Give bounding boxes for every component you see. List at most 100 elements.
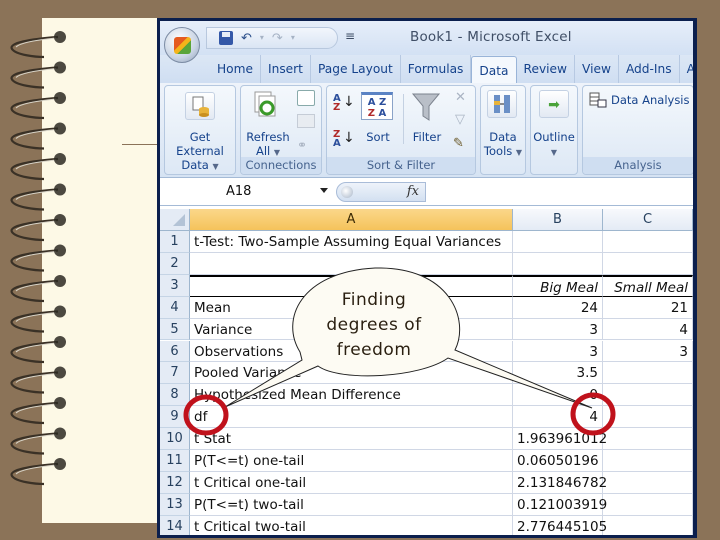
spiral-ring-icon [10, 244, 66, 272]
row-header[interactable]: 10 [160, 428, 190, 450]
cell-c10[interactable] [603, 428, 693, 450]
sort-z-a-icon[interactable]: ZA [333, 130, 341, 149]
get-external-data-button[interactable]: Get External Data ▼ [165, 130, 235, 174]
cell-a13[interactable]: P(T<=t) two-tail [190, 493, 513, 516]
name-box-dropdown-icon[interactable] [320, 188, 328, 193]
name-box[interactable]: A18 [160, 181, 335, 203]
sort-button[interactable]: Sort [361, 130, 395, 144]
column-header-b[interactable]: B [513, 209, 603, 231]
row-header[interactable]: 5 [160, 318, 190, 341]
advanced-filter-icon[interactable]: ✎ [453, 136, 464, 151]
tab-insert[interactable]: Insert [261, 55, 311, 83]
data-tools-button[interactable]: Data Tools ▼ [481, 130, 525, 160]
callout-text: Finding degrees of freedom [326, 290, 422, 360]
cell-a7[interactable]: Pooled Variance [190, 362, 513, 385]
cell-b5[interactable]: 3 [513, 318, 603, 341]
cell-a1[interactable]: t-Test: Two-Sample Assuming Equal Varian… [190, 231, 513, 253]
cell-c9[interactable] [603, 406, 693, 429]
spiral-ring-icon [10, 397, 66, 425]
resize-handle-icon[interactable] [341, 186, 353, 198]
properties-icon[interactable] [297, 114, 315, 128]
cell-b9[interactable]: 4 [513, 406, 603, 429]
row-header[interactable]: 14 [160, 515, 190, 535]
cell-b2[interactable] [513, 252, 603, 275]
cell-c1[interactable] [603, 231, 693, 253]
formula-bar: A18 fx [160, 179, 693, 206]
tab-add-ins[interactable]: Add-Ins [619, 55, 680, 83]
row-header[interactable]: 3 [160, 274, 190, 297]
undo-icon[interactable]: ↶ [241, 32, 252, 45]
customize-qat-icon[interactable]: ≡ [345, 29, 355, 43]
cell-a12[interactable]: t Critical one-tail [190, 471, 513, 494]
save-icon[interactable] [219, 31, 233, 45]
cell-b7[interactable]: 3.5 [513, 362, 603, 385]
office-button[interactable] [164, 27, 200, 63]
redo-icon[interactable]: ↷ [272, 32, 283, 45]
cell-b1[interactable] [513, 231, 603, 253]
cell-c6[interactable]: 3 [603, 340, 693, 363]
cell-a8[interactable]: Hypothesized Mean Difference [190, 384, 513, 407]
cell-c8[interactable] [603, 384, 693, 407]
cell-b13[interactable]: 0.121003919 [513, 493, 607, 516]
column-header-c[interactable]: C [603, 209, 693, 231]
outline-button[interactable]: Outline ▼ [531, 130, 577, 160]
row-header[interactable]: 12 [160, 471, 190, 494]
cell-c11[interactable] [603, 450, 693, 472]
cell-b14[interactable]: 2.776445105 [513, 515, 607, 535]
spiral-ring-icon [10, 305, 66, 333]
select-all-button[interactable] [160, 209, 190, 231]
cell-b3[interactable]: Big Meal [513, 274, 603, 297]
row-header[interactable]: 2 [160, 252, 190, 275]
cell-a14[interactable]: t Critical two-tail [190, 515, 513, 535]
row-header[interactable]: 9 [160, 406, 190, 429]
cell-b12[interactable]: 2.131846782 [513, 471, 607, 494]
cell-c5[interactable]: 4 [603, 318, 693, 341]
cell-a2[interactable] [190, 252, 513, 275]
cell-c14[interactable] [603, 515, 693, 535]
column-header-a[interactable]: A [190, 209, 513, 231]
cell-c7[interactable] [603, 362, 693, 385]
clear-filter-icon[interactable]: ✕ [455, 90, 466, 105]
cell-b10[interactable]: 1.963961012 [513, 428, 607, 450]
cell-a11[interactable]: P(T<=t) one-tail [190, 450, 513, 472]
tab-review[interactable]: Review [517, 55, 576, 83]
data-analysis-button[interactable]: Data Analysis [589, 92, 690, 108]
cell-b4[interactable]: 24 [513, 296, 603, 319]
cell-c2[interactable] [603, 252, 693, 275]
edit-links-icon[interactable]: ⚭ [297, 138, 307, 152]
row-header[interactable]: 7 [160, 362, 190, 385]
row-header[interactable]: 11 [160, 450, 190, 472]
cell-a9[interactable]: df [190, 406, 513, 429]
filter-button[interactable]: Filter [407, 130, 447, 144]
tab-home[interactable]: Home [210, 55, 261, 83]
undo-dropdown-icon[interactable]: ▾ [260, 34, 264, 42]
tab-view[interactable]: View [575, 55, 619, 83]
spiral-ring-icon [10, 92, 66, 120]
redo-dropdown-icon[interactable]: ▾ [291, 34, 295, 42]
row-header[interactable]: 8 [160, 384, 190, 407]
tab-formulas[interactable]: Formulas [401, 55, 472, 83]
cell-a10[interactable]: t Stat [190, 428, 513, 450]
tab-page-layout[interactable]: Page Layout [311, 55, 401, 83]
row-header[interactable]: 6 [160, 340, 190, 363]
row-header[interactable]: 13 [160, 493, 190, 516]
cell-c4[interactable]: 21 [603, 296, 693, 319]
cell-c13[interactable] [603, 493, 693, 516]
formula-input[interactable] [430, 182, 689, 202]
row-header[interactable]: 4 [160, 296, 190, 319]
tab-data[interactable]: Data [471, 56, 517, 83]
cell-b8[interactable]: 0 [513, 384, 603, 407]
cell-b6[interactable]: 3 [513, 340, 603, 363]
row-header[interactable]: 1 [160, 231, 190, 253]
tab-acrobat[interactable]: Acrob [680, 55, 693, 83]
connections-icon[interactable] [297, 90, 315, 106]
cell-c3[interactable]: Small Meal [603, 274, 693, 297]
table-row: 1 t-Test: Two-Sample Assuming Equal Varia… [160, 231, 693, 253]
refresh-all-button[interactable]: Refresh All ▼ [245, 130, 291, 160]
sort-a-z-icon[interactable]: AZ [333, 94, 341, 113]
refresh-all-icon [251, 90, 281, 118]
reapply-filter-icon[interactable]: ▽ [455, 112, 465, 127]
cell-c12[interactable] [603, 471, 693, 494]
insert-function-icon[interactable]: fx [407, 184, 419, 199]
cell-b11[interactable]: 0.06050196 [513, 450, 603, 472]
